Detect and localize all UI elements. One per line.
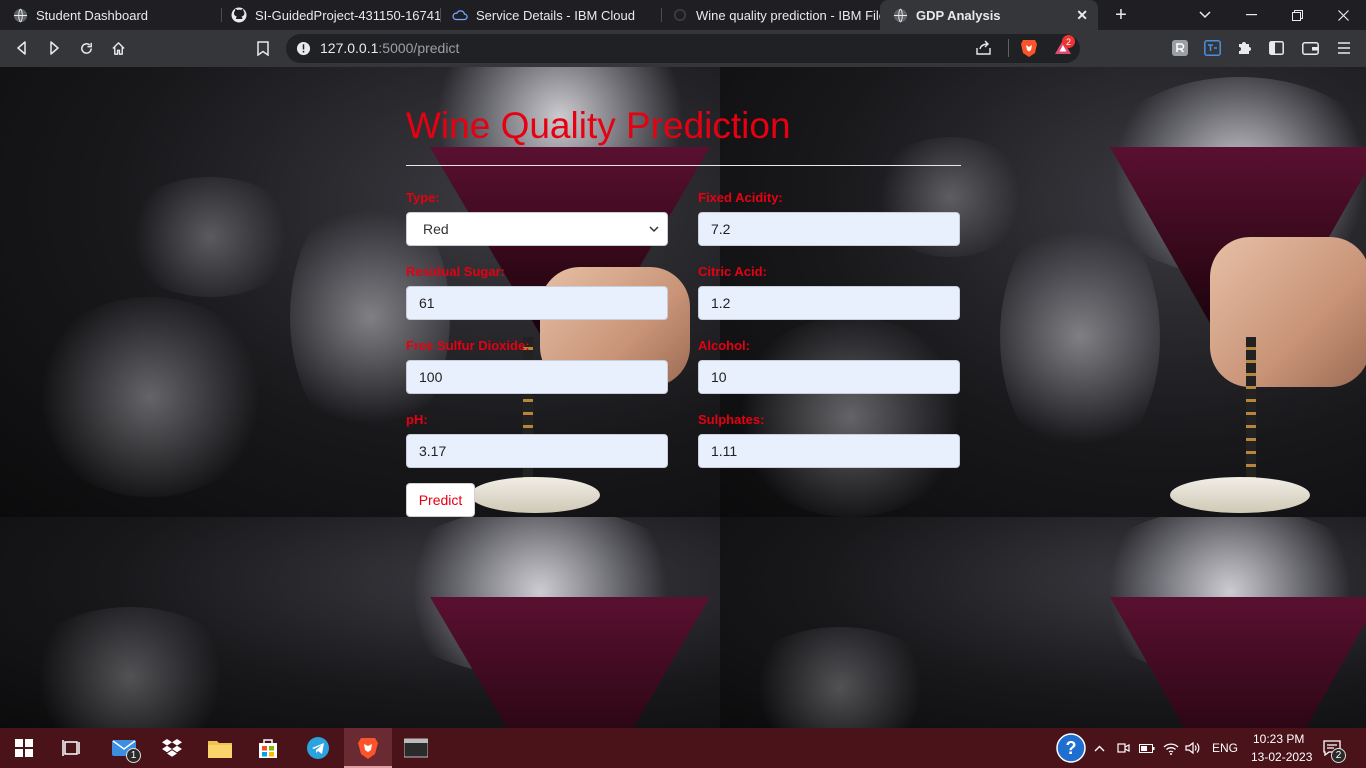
- extension-translate-icon[interactable]: [1202, 38, 1222, 58]
- citric-acid-input[interactable]: 1.2: [698, 286, 960, 320]
- ph-input[interactable]: 3.17: [406, 434, 668, 468]
- close-window-button[interactable]: [1320, 0, 1366, 30]
- browser-tab-strip: Student Dashboard SI-GuidedProject-43115…: [0, 0, 1366, 30]
- reload-button[interactable]: [76, 38, 96, 58]
- wifi-icon[interactable]: [1160, 734, 1182, 762]
- notifications-icon[interactable]: 2: [1318, 734, 1346, 763]
- sulphates-label: Sulphates:: [698, 412, 765, 427]
- free-sulfur-dioxide-input[interactable]: 100: [406, 360, 668, 394]
- github-icon: [231, 7, 247, 23]
- extensions-puzzle-icon[interactable]: [1234, 38, 1254, 58]
- wallet-icon[interactable]: [1300, 38, 1320, 58]
- site-info-icon[interactable]: [296, 41, 311, 61]
- windows-start-icon[interactable]: [10, 734, 38, 762]
- chevron-up-icon[interactable]: [1090, 734, 1108, 762]
- forward-button[interactable]: [44, 38, 64, 58]
- tab-student-dashboard[interactable]: Student Dashboard: [0, 0, 222, 30]
- page-title: Wine Quality Prediction: [406, 105, 791, 146]
- microsoft-store-icon[interactable]: [254, 734, 282, 762]
- mail-icon[interactable]: 1: [110, 734, 141, 763]
- task-view-icon[interactable]: [58, 734, 86, 762]
- tab-label: Student Dashboard: [36, 7, 149, 23]
- tab-github-project[interactable]: SI-GuidedProject-431150-1674102: [219, 0, 441, 30]
- tab-label: GDP Analysis: [916, 7, 1001, 23]
- tab-gdp-analysis[interactable]: GDP Analysis ✕: [880, 0, 1098, 30]
- minimize-button[interactable]: [1228, 0, 1274, 30]
- bookmark-icon[interactable]: [253, 38, 273, 58]
- tab-label: SI-GuidedProject-431150-1674102: [255, 7, 441, 23]
- battery-icon[interactable]: [1136, 734, 1158, 762]
- browser-toolbar: 127.0.0.1:5000/predict 2: [0, 30, 1366, 67]
- mail-badge: 1: [126, 748, 141, 763]
- url-text: 127.0.0.1:5000/predict: [320, 40, 460, 56]
- menu-icon[interactable]: [1334, 38, 1354, 58]
- close-tab-icon[interactable]: ✕: [1076, 7, 1088, 24]
- ph-label: pH:: [406, 412, 428, 427]
- cloud-icon: [452, 7, 468, 23]
- alcohol-label: Alcohol:: [698, 338, 750, 353]
- chevron-down-icon: [649, 224, 659, 234]
- svg-text:?: ?: [1066, 738, 1077, 758]
- restore-button[interactable]: [1274, 0, 1320, 30]
- fixed-acidity-label: Fixed Acidity:: [698, 190, 783, 205]
- volume-icon[interactable]: [1182, 734, 1204, 762]
- dropbox-icon[interactable]: [158, 734, 186, 762]
- alcohol-input[interactable]: 10: [698, 360, 960, 394]
- free-sulfur-dioxide-label: Free Sulfur Dioxide:: [406, 338, 530, 353]
- globe-icon: [892, 7, 908, 23]
- title-divider: [406, 165, 961, 166]
- share-icon[interactable]: [975, 40, 992, 61]
- brave-rewards-icon[interactable]: 2: [1054, 35, 1075, 60]
- predict-button[interactable]: Predict: [406, 483, 475, 517]
- clock-date[interactable]: 13-02-2023: [1251, 750, 1312, 764]
- background-image: [0, 517, 720, 728]
- page-content: Wine Quality Prediction Type: Red Fixed …: [0, 67, 1366, 728]
- fixed-acidity-input[interactable]: 7.2: [698, 212, 960, 246]
- tab-wine-quality[interactable]: Wine quality prediction - IBM File: [660, 0, 882, 30]
- globe-icon: [12, 7, 28, 23]
- background-image: [720, 517, 1366, 728]
- brave-browser-icon[interactable]: [354, 734, 382, 762]
- tab-search-chevron-icon[interactable]: [1182, 0, 1228, 30]
- residual-sugar-input[interactable]: 61: [406, 286, 668, 320]
- new-tab-button[interactable]: +: [1110, 4, 1132, 26]
- windows-taskbar: 1 ? ENG 10:23 PM 13-02-2023 2: [0, 728, 1366, 768]
- language-indicator[interactable]: ENG: [1212, 741, 1238, 755]
- meet-now-icon[interactable]: [1112, 734, 1134, 762]
- citric-acid-label: Citric Acid:: [698, 264, 767, 279]
- terminal-icon[interactable]: [402, 734, 430, 762]
- address-bar[interactable]: 127.0.0.1:5000/predict 2: [286, 34, 1080, 63]
- loading-icon: [672, 7, 688, 23]
- home-button[interactable]: [108, 38, 128, 58]
- brave-shields-icon[interactable]: [1020, 38, 1038, 63]
- type-select-value: Red: [423, 221, 449, 237]
- clock-time[interactable]: 10:23 PM: [1253, 732, 1304, 746]
- tab-label: Service Details - IBM Cloud: [476, 7, 635, 23]
- rewards-badge: 2: [1062, 35, 1075, 48]
- sidebar-icon[interactable]: [1266, 38, 1286, 58]
- type-select[interactable]: Red: [406, 212, 668, 246]
- back-button[interactable]: [12, 38, 32, 58]
- extension-r-icon[interactable]: [1170, 38, 1190, 58]
- tab-ibm-cloud[interactable]: Service Details - IBM Cloud: [440, 0, 662, 30]
- help-icon[interactable]: ?: [1056, 733, 1086, 763]
- tab-label: Wine quality prediction - IBM File: [696, 7, 882, 23]
- telegram-icon[interactable]: [304, 734, 332, 762]
- sulphates-input[interactable]: 1.11: [698, 434, 960, 468]
- file-explorer-icon[interactable]: [206, 734, 234, 762]
- residual-sugar-label: Residual Sugar:: [406, 264, 505, 279]
- type-label: Type:: [406, 190, 440, 205]
- notification-badge: 2: [1331, 748, 1346, 763]
